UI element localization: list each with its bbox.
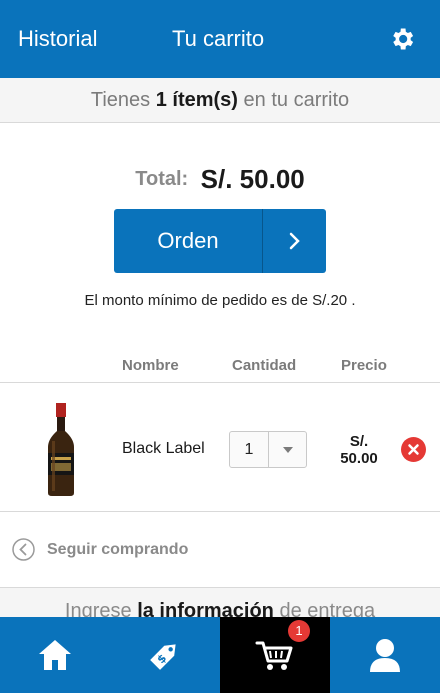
chevron-right-icon — [263, 209, 326, 273]
product-price-currency: S/. — [349, 433, 369, 450]
total-row: Total: S/. 50.00 — [0, 164, 440, 195]
gear-icon[interactable] — [388, 25, 416, 53]
tab-offers[interactable]: $ — [110, 617, 220, 693]
product-price: S/. 50.00 — [332, 433, 386, 467]
cart-icon — [255, 641, 293, 670]
total-value: S/. 50.00 — [200, 164, 305, 194]
product-name: Black Label — [122, 440, 205, 457]
continue-shopping-link[interactable]: Seguir comprando — [12, 538, 188, 561]
top-bar: Historial Tu carrito — [0, 0, 440, 78]
tab-profile[interactable] — [330, 617, 440, 693]
quantity-value: 1 — [244, 441, 254, 458]
remove-item-icon[interactable] — [401, 437, 426, 462]
cart-count-value: 1 ítem(s) — [155, 89, 238, 111]
divider — [0, 511, 440, 512]
column-header-quantity: Cantidad — [232, 357, 297, 374]
minimum-order-note: El monto mínimo de pedido es de S/.20 . — [84, 292, 356, 309]
tab-home[interactable] — [0, 617, 110, 693]
order-button-label: Orden — [157, 228, 219, 253]
product-price-amount: 50.00 — [340, 450, 378, 467]
cart-count-prefix: Tienes — [90, 89, 151, 111]
page-title: Tu carrito — [172, 26, 265, 51]
total-label: Total: — [135, 168, 189, 190]
history-link[interactable]: Historial — [18, 26, 97, 52]
divider — [0, 382, 440, 383]
user-icon — [370, 639, 400, 672]
order-button[interactable]: Orden — [114, 209, 326, 273]
home-icon — [39, 640, 71, 670]
bottom-tab-bar: $ 1 — [0, 617, 440, 693]
cart-count-badge: 1 — [288, 620, 310, 642]
dropdown-arrow-icon — [269, 432, 306, 467]
tab-cart[interactable]: 1 — [220, 617, 330, 693]
cart-count-bar: Tienes 1 ítem(s) en tu carrito — [0, 78, 440, 123]
tag-icon: $ — [150, 644, 176, 670]
cart-count-suffix: en tu carrito — [243, 89, 350, 111]
column-header-price: Precio — [341, 357, 387, 374]
whisky-bottle-icon — [48, 403, 74, 496]
continue-shopping-label: Seguir comprando — [47, 540, 189, 558]
column-header-name: Nombre — [122, 357, 179, 374]
chevron-left-circle-icon — [12, 538, 35, 561]
quantity-select[interactable]: 1 — [229, 431, 307, 468]
